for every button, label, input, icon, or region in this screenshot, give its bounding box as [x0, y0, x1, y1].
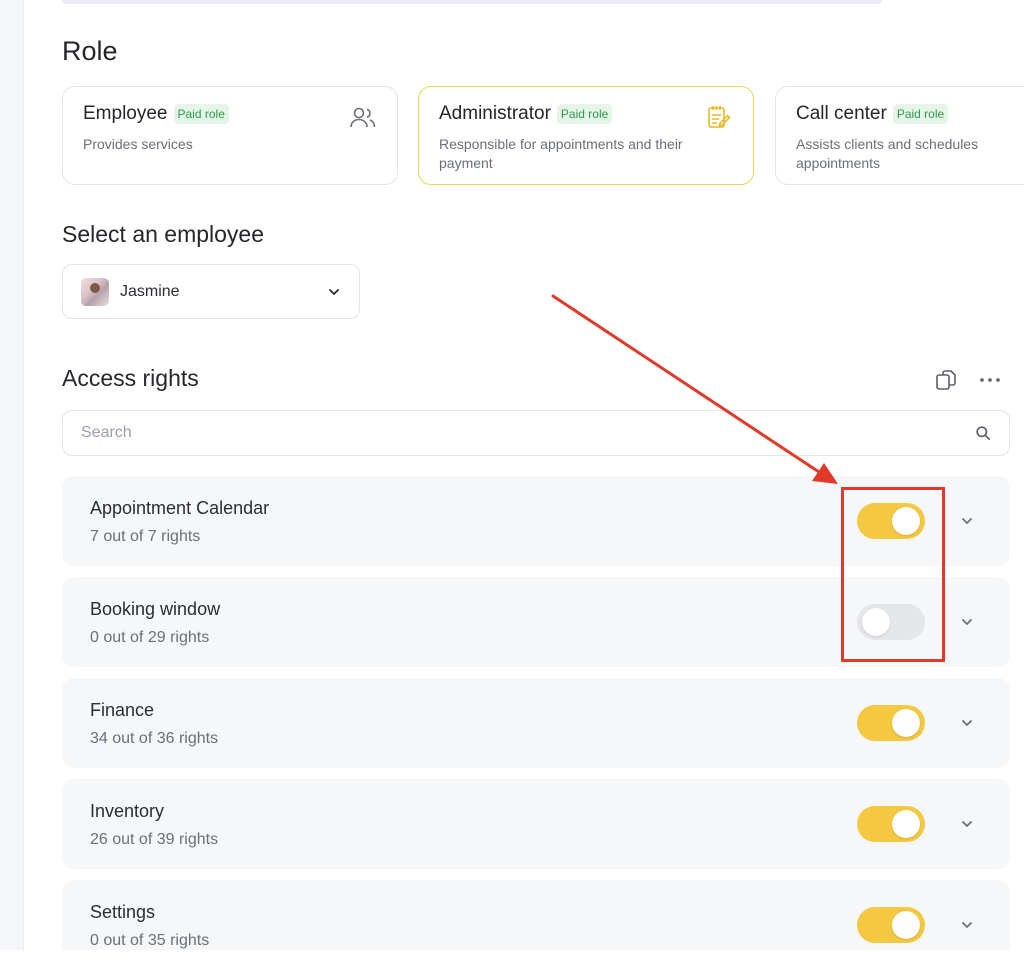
chevron-down-icon[interactable] — [960, 514, 974, 528]
access-right-name: Appointment Calendar — [90, 498, 270, 518]
paid-role-badge: Paid role — [556, 104, 613, 124]
chevron-down-icon[interactable] — [960, 716, 974, 730]
search-input[interactable] — [81, 424, 975, 442]
access-right-count: 0 out of 29 rights — [90, 629, 210, 646]
paid-role-badge: Paid role — [173, 104, 229, 124]
role-heading: Role — [62, 36, 118, 66]
toggle-knob — [892, 911, 920, 939]
role-card-employee[interactable]: Employee Paid role Provides services — [62, 86, 398, 185]
access-toggle[interactable] — [857, 907, 925, 943]
access-right-name: Booking window — [90, 599, 221, 619]
role-title: Administrator — [439, 103, 551, 124]
role-title: Call center — [796, 103, 887, 124]
chevron-down-icon[interactable] — [960, 615, 974, 629]
role-title: Employee — [83, 103, 168, 124]
toggle-knob — [892, 709, 920, 737]
access-toggle[interactable] — [857, 806, 925, 842]
role-card-administrator[interactable]: Administrator Paid role Responsible for … — [418, 86, 754, 185]
select-employee-heading: Select an employee — [62, 221, 265, 247]
employee-dropdown[interactable]: Jasmine — [62, 264, 360, 319]
role-card-call-center[interactable]: Call center Paid role Assists clients an… — [775, 86, 1024, 185]
access-right-name: Inventory — [90, 801, 165, 821]
access-right-count: 34 out of 36 rights — [90, 730, 219, 747]
role-description: Provides services — [83, 136, 193, 152]
chevron-down-icon[interactable] — [960, 817, 974, 831]
annotation-highlight-box — [841, 487, 945, 662]
selected-employee-name: Jasmine — [120, 282, 180, 300]
access-right-count: 0 out of 35 rights — [90, 932, 210, 949]
access-right-row[interactable]: Inventory 26 out of 39 rights — [62, 779, 1010, 869]
paid-role-badge: Paid role — [892, 104, 949, 124]
access-toggle[interactable] — [857, 705, 925, 741]
more-options-icon[interactable] — [978, 368, 1002, 392]
top-banner-edge — [62, 0, 882, 4]
search-field[interactable] — [62, 410, 1010, 456]
access-rights-heading: Access rights — [62, 365, 199, 391]
role-description: Responsible for appointments and their p… — [439, 136, 683, 171]
chevron-down-icon — [329, 288, 339, 295]
access-right-count: 26 out of 39 rights — [90, 831, 219, 848]
role-description: Assists clients and schedules appointmen… — [796, 136, 979, 171]
access-right-row[interactable]: Finance 34 out of 36 rights — [62, 678, 1010, 768]
notepad-pencil-icon — [708, 105, 731, 128]
page: Role Employee Paid role Provides service… — [0, 0, 1024, 958]
access-right-name: Settings — [90, 902, 156, 922]
copy-icon[interactable] — [934, 368, 958, 392]
users-icon — [350, 107, 376, 128]
chevron-down-icon[interactable] — [960, 918, 974, 932]
search-icon[interactable] — [975, 425, 991, 441]
access-right-row[interactable]: Settings 0 out of 35 rights — [62, 880, 1010, 958]
access-right-name: Finance — [90, 700, 155, 720]
left-sidebar-rail — [0, 0, 24, 950]
bottom-mask — [0, 950, 1024, 958]
access-right-count: 7 out of 7 rights — [90, 528, 201, 545]
avatar — [81, 277, 109, 306]
toggle-knob — [892, 810, 920, 838]
